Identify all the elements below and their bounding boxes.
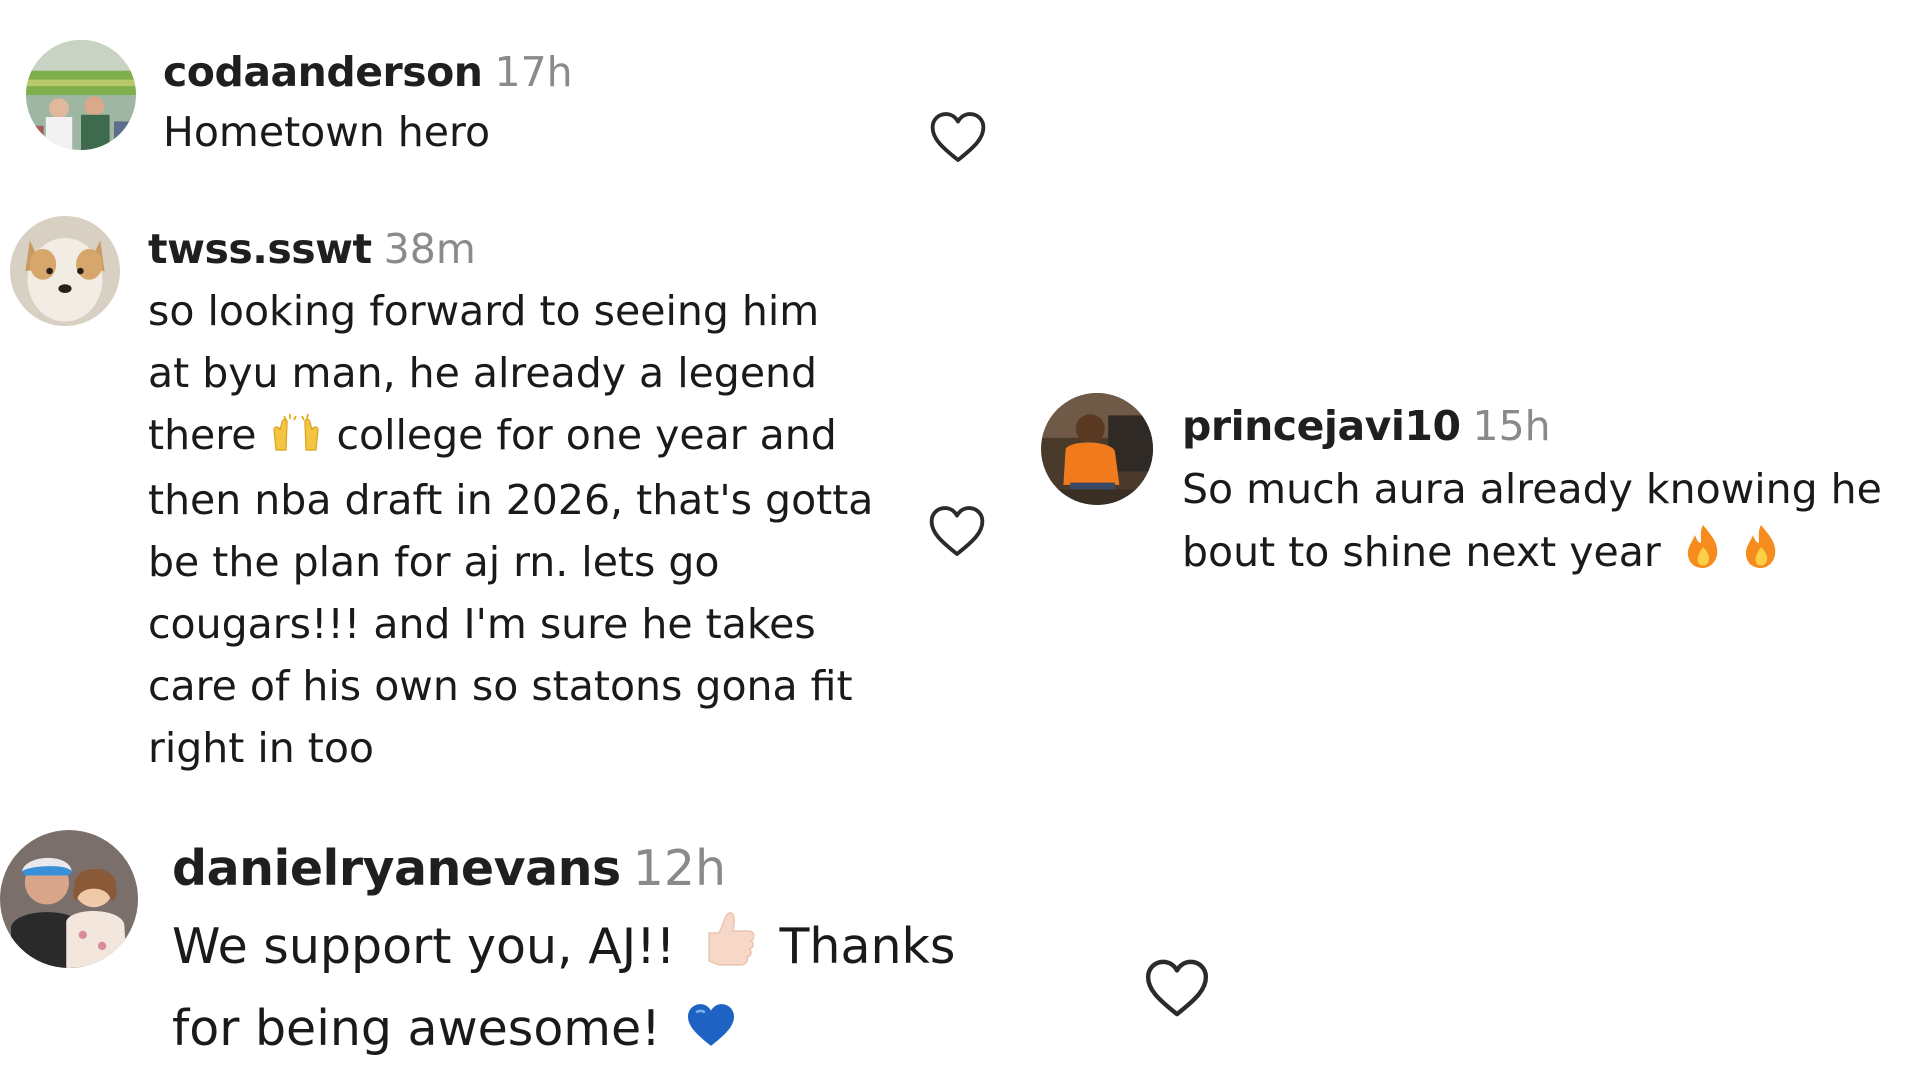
avatar[interactable] [26,40,136,150]
comment-line-with-emoji: for being awesome! [172,990,955,1071]
timestamp[interactable]: 17h [494,48,572,96]
comment-line-segment: We support you, AJ!! [172,918,676,975]
comment-header: twss.sswt 38m [148,218,873,280]
comment-text: So much aura already knowing he bout to … [1182,458,1882,587]
raising-hands-emoji [270,407,322,469]
timestamp[interactable]: 12h [633,840,726,897]
like-button[interactable] [1144,957,1210,1019]
fire-emoji [1683,523,1723,587]
child-orange-shirt-photo-avatar [1041,393,1153,505]
avatar[interactable] [0,830,138,968]
comment-line: care of his own so statons gona fit [148,662,853,710]
comment-line-with-emoji: We support you, AJ!! Thanks [172,908,955,990]
heart-outline-icon [929,506,985,556]
comment-line-segment: Thanks [779,918,956,975]
comment-line: be the plan for aj rn. lets go [148,538,720,586]
comment-header: danielryanevans 12h [172,830,955,908]
comment-body: princejavi10 15h So much aura already kno… [1182,395,1882,587]
avatar[interactable] [10,216,120,326]
username-link[interactable]: twss.sswt [148,225,372,273]
comment-line-with-emoji: bout to shine next year [1182,521,1882,587]
like-button[interactable] [929,110,987,164]
username-link[interactable]: danielryanevans [172,840,621,897]
father-daughter-photo-avatar [0,830,138,968]
comment-body: twss.sswt 38m so looking forward to seein… [148,218,873,779]
comment-line-segment: for being awesome! [172,1000,661,1057]
comment-line-segment: college for one year and [336,411,837,459]
comment-line-segment: there [148,411,257,459]
comment-line: right in too [148,724,375,772]
comment-text: Hometown hero [163,102,573,162]
comment-line-with-emoji: there college for one year and [148,404,873,469]
comment-body: codaanderson 17h Hometown hero [163,42,573,162]
comment-text: so looking forward to seeing him at byu … [148,280,873,779]
comment-body: danielryanevans 12h We support you, AJ!! … [172,830,955,1071]
like-button[interactable] [928,504,986,558]
timestamp[interactable]: 38m [384,225,476,273]
timestamp[interactable]: 15h [1472,402,1550,450]
comment-line: cougars!!! and I'm sure he takes [148,600,816,648]
comment-line-segment: bout to shine next year [1182,528,1661,576]
fire-emoji [1741,523,1781,587]
comment-line: Hometown hero [163,108,491,156]
dog-photo-avatar [10,216,120,326]
heart-outline-icon [930,112,986,162]
blue-heart-emoji [685,993,737,1071]
comment-line: So much aura already knowing he [1182,465,1882,513]
username-link[interactable]: codaanderson [163,48,483,96]
comment-header: princejavi10 15h [1182,395,1882,458]
avatar[interactable] [1041,393,1153,505]
comment-line: then nba draft in 2026, that's gotta [148,476,874,524]
username-link[interactable]: princejavi10 [1182,402,1461,450]
baseball-stadium-photo-avatar [26,40,136,150]
comment-line: at byu man, he already a legend [148,349,818,397]
thumbs-up-emoji [697,909,757,990]
comment-line: so looking forward to seeing him [148,287,820,335]
heart-outline-icon [1145,959,1209,1017]
comment-text: We support you, AJ!! Thanks for being aw… [172,908,955,1071]
comment-header: codaanderson 17h [163,42,573,102]
